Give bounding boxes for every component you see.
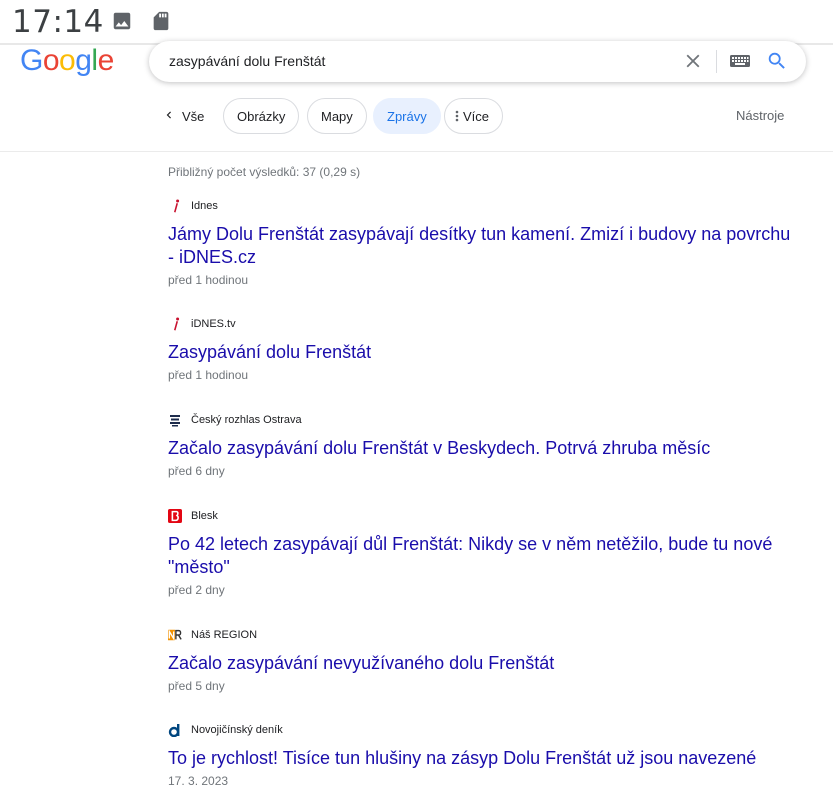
tab-images[interactable]: Obrázky (223, 98, 300, 134)
result-title-link[interactable]: Jámy Dolu Frenštát zasypávají desítky tu… (168, 223, 798, 269)
search-tabs: Vše Obrázky Mapy Zprávy Více Nástroje (0, 98, 833, 138)
news-result: Novojičínský deník To je rychlost! Tisíc… (168, 722, 798, 788)
result-source[interactable]: iDNES.tv (168, 316, 798, 332)
result-source[interactable]: Náš REGION (168, 627, 798, 643)
tabs-divider (0, 151, 833, 152)
image-icon (111, 10, 133, 37)
result-title-link[interactable]: Po 42 letech zasypávají důl Frenštát: Ni… (168, 533, 798, 579)
result-time: před 6 dny (168, 464, 225, 478)
status-time: 17:14 (12, 4, 104, 40)
result-source-name: Novojičínský deník (191, 724, 283, 736)
search-box[interactable]: zasypávání dolu Frenštát (149, 41, 806, 82)
tab-maps[interactable]: Mapy (307, 98, 367, 134)
result-source[interactable]: Idnes (168, 198, 798, 214)
result-time: před 1 hodinou (168, 368, 249, 382)
tab-all-label: Vše (182, 108, 205, 124)
result-title-link[interactable]: Začalo zasypávání dolu Frenštát v Beskyd… (168, 437, 798, 460)
search-input[interactable]: zasypávání dolu Frenštát (169, 53, 325, 69)
nasregion-icon (168, 628, 182, 642)
tab-more[interactable]: Více (444, 98, 504, 134)
result-time: před 2 dny (168, 583, 225, 597)
result-title-link[interactable]: Zasypávání dolu Frenštát (168, 341, 798, 364)
tab-maps-label: Mapy (321, 108, 353, 124)
result-time: před 1 hodinou (168, 273, 249, 287)
rozhlas-icon (168, 413, 182, 427)
search-icon[interactable] (766, 50, 788, 77)
result-source-name: iDNES.tv (191, 318, 236, 330)
result-source-name: Náš REGION (191, 629, 258, 641)
tools-button[interactable]: Nástroje (736, 108, 784, 123)
google-logo[interactable]: Google (20, 44, 114, 78)
result-time: před 5 dny (168, 679, 225, 693)
tab-images-label: Obrázky (237, 108, 286, 124)
result-source[interactable]: Blesk (168, 508, 798, 524)
blesk-icon (168, 509, 182, 523)
idnes-icon (168, 199, 182, 213)
news-result: Náš REGION Začalo zasypávání nevyužívané… (168, 627, 798, 693)
results-stats: Přibližný počet výsledků: 37 (0,29 s) (168, 165, 361, 179)
sd-card-icon (150, 10, 172, 37)
result-source[interactable]: Novojičínský deník (168, 722, 798, 738)
chevron-left-icon (162, 108, 176, 125)
keyboard-icon[interactable] (729, 53, 751, 74)
denik-icon (168, 723, 182, 737)
result-source[interactable]: Český rozhlas Ostrava (168, 412, 798, 428)
tab-all[interactable]: Vše (162, 104, 204, 128)
result-title-link[interactable]: To je rychlost! Tisíce tun hlušiny na zá… (168, 747, 798, 770)
news-result: Český rozhlas Ostrava Začalo zasypávání … (168, 412, 798, 478)
tab-more-label: Více (463, 108, 490, 124)
close-icon[interactable] (682, 50, 704, 72)
result-source-name: Blesk (191, 510, 218, 522)
news-result: Idnes Jámy Dolu Frenštát zasypávají desí… (168, 198, 798, 287)
news-result: Blesk Po 42 letech zasypávají důl Frenšt… (168, 508, 798, 597)
search-divider (716, 50, 717, 73)
result-title-link[interactable]: Začalo zasypávání nevyužívaného dolu Fre… (168, 652, 798, 675)
result-time: 17. 3. 2023 (168, 774, 229, 788)
status-bar: 17:14 (0, 0, 833, 44)
tab-news[interactable]: Zprávy (373, 98, 441, 134)
result-source-name: Idnes (191, 200, 218, 212)
result-source-name: Český rozhlas Ostrava (191, 414, 302, 426)
tab-news-label: Zprávy (387, 108, 427, 124)
news-result: iDNES.tv Zasypávání dolu Frenštát před 1… (168, 316, 798, 382)
idnes-icon (168, 317, 182, 331)
more-vert-icon (455, 110, 459, 122)
